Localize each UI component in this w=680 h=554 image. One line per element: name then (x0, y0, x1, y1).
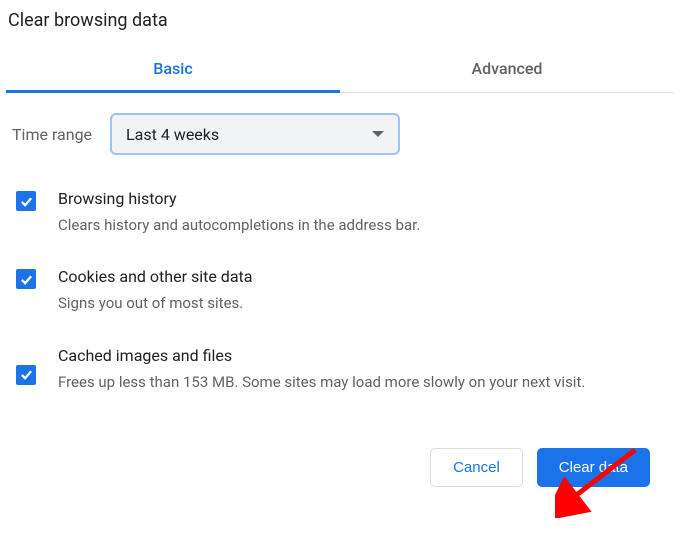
time-range-row: Time range Last 4 weeks (12, 113, 668, 155)
option-desc: Frees up less than 153 MB. Some sites ma… (58, 371, 585, 394)
option-title: Browsing history (58, 189, 420, 208)
time-range-select[interactable]: Last 4 weeks (110, 113, 400, 155)
clear-browsing-data-dialog: Clear browsing data Basic Advanced Time … (0, 0, 680, 487)
time-range-label: Time range (12, 125, 92, 144)
option-cookies: Cookies and other site data Signs you ou… (12, 267, 668, 345)
tabs: Basic Advanced (6, 47, 674, 93)
cancel-button[interactable]: Cancel (430, 448, 523, 487)
option-text: Cookies and other site data Signs you ou… (58, 267, 252, 315)
check-icon (20, 195, 33, 208)
option-cache: Cached images and files Frees up less th… (12, 346, 668, 424)
dialog-body: Time range Last 4 weeks Browsing history… (6, 93, 674, 487)
tab-advanced[interactable]: Advanced (340, 47, 674, 92)
option-text: Browsing history Clears history and auto… (58, 189, 420, 237)
option-title: Cookies and other site data (58, 267, 252, 286)
option-browsing-history: Browsing history Clears history and auto… (12, 189, 668, 267)
check-icon (20, 368, 33, 381)
checkbox-cookies[interactable] (16, 269, 36, 289)
time-range-value: Last 4 weeks (126, 125, 219, 144)
checkbox-browsing-history[interactable] (16, 191, 36, 211)
option-desc: Signs you out of most sites. (58, 292, 252, 315)
dialog-title: Clear browsing data (6, 6, 674, 47)
clear-data-button[interactable]: Clear data (537, 448, 650, 487)
option-title: Cached images and files (58, 346, 585, 365)
option-text: Cached images and files Frees up less th… (58, 346, 585, 394)
checkbox-cache[interactable] (16, 365, 36, 385)
chevron-down-icon (372, 131, 384, 137)
check-icon (20, 273, 33, 286)
option-desc: Clears history and autocompletions in th… (58, 214, 420, 237)
tab-basic[interactable]: Basic (6, 47, 340, 92)
dialog-buttons: Cancel Clear data (12, 424, 668, 487)
